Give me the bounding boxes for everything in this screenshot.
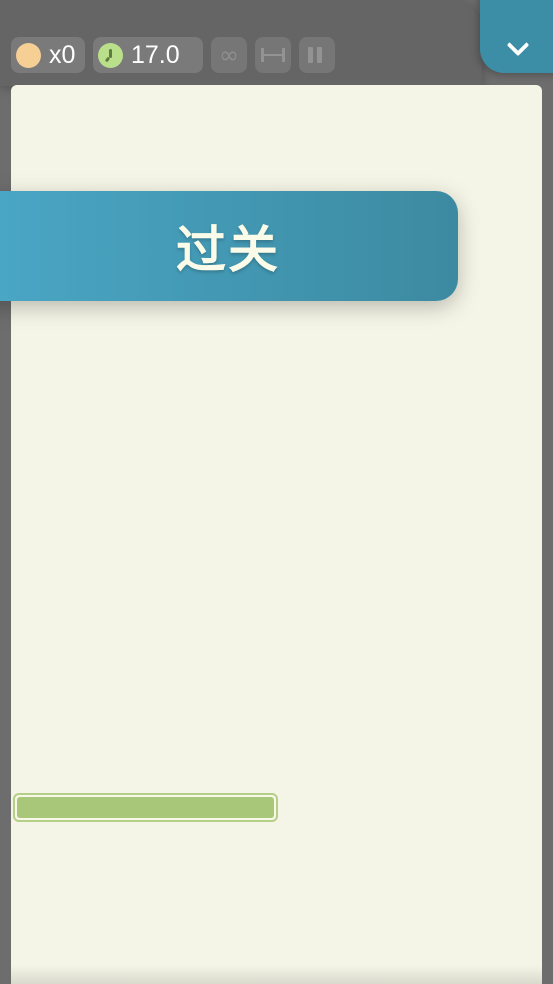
infinity-icon: ∞	[219, 41, 239, 69]
hud-toolbar: x0 17.0 ∞	[11, 37, 335, 73]
timer-value: 17.0	[131, 40, 180, 69]
fit-width-button[interactable]	[255, 37, 291, 73]
clock-icon	[98, 42, 123, 68]
timer: 17.0	[93, 37, 203, 73]
fit-width-icon	[261, 48, 285, 62]
coin-count: x0	[49, 40, 76, 69]
game-screen: x0 17.0 ∞ 过关	[0, 0, 553, 984]
level-complete-banner: 过关	[0, 191, 458, 301]
coin-counter: x0	[11, 37, 85, 73]
bottom-shadow	[11, 965, 542, 984]
pause-button[interactable]	[299, 37, 335, 73]
coin-icon	[16, 42, 41, 68]
banner-text: 过关	[176, 221, 280, 279]
collapse-button[interactable]	[480, 0, 553, 73]
level-progress-bar	[13, 793, 278, 822]
pause-icon	[308, 47, 326, 63]
chevron-down-icon	[506, 33, 530, 56]
progress-fill	[17, 797, 274, 818]
infinity-button[interactable]: ∞	[211, 37, 247, 73]
